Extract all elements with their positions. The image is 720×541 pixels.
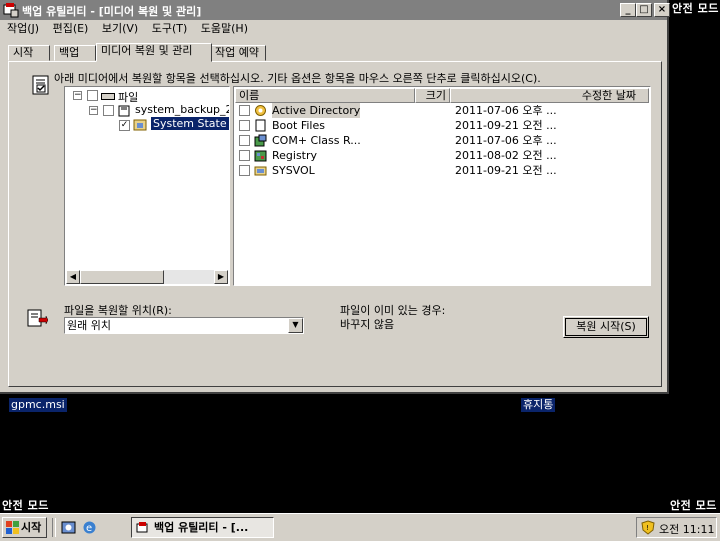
- item-date: 2011-08-02 오전 ...: [455, 149, 557, 162]
- column-header-size[interactable]: 크기: [415, 88, 450, 103]
- safe-mode-label-top-right: 안전 모드: [672, 2, 719, 15]
- taskbar-item-label: 백업 유틸리티 - [...: [154, 521, 249, 534]
- menu-help[interactable]: 도움말(H): [196, 21, 253, 37]
- item-checkbox[interactable]: [239, 120, 250, 131]
- list-item[interactable]: Registry 2011-08-02 오전 ...: [235, 148, 649, 163]
- list-item[interactable]: SYSVOL 2011-09-21 오전 ...: [235, 163, 649, 178]
- component-icon: [254, 134, 267, 147]
- restore-location-value: 원래 위치: [67, 319, 111, 332]
- instruction-text: 아래 미디어에서 복원할 항목을 선택하십시오. 기타 옵션은 항목을 마우스 …: [54, 72, 541, 85]
- start-restore-button[interactable]: 복원 시작(S): [563, 316, 649, 338]
- system-tray: ! 오전 11:11: [636, 517, 717, 538]
- system-state-icon: [133, 119, 147, 131]
- media-tree-view[interactable]: − 파일 − system_backup_2 ✓ System State ◀ …: [64, 86, 230, 286]
- tree-collapse-icon-2[interactable]: −: [89, 106, 98, 115]
- item-date: 2011-09-21 오전 ...: [455, 119, 557, 132]
- menu-bar: 작업(J) 편집(E) 보기(V) 도구(T) 도움말(H): [2, 21, 253, 37]
- item-name: SYSVOL: [272, 164, 315, 177]
- backup-utility-window: 백업 유틸리티 - [미디어 복원 및 관리] _ □ × 작업(J) 편집(E…: [0, 0, 670, 394]
- folder-icon: [254, 166, 267, 176]
- restore-location-select[interactable]: 원래 위치 ▼: [64, 317, 304, 334]
- scroll-right-icon[interactable]: ▶: [214, 270, 228, 284]
- item-date: 2011-07-06 오후 ...: [455, 104, 557, 117]
- tree-checkbox-system-state[interactable]: ✓: [119, 120, 130, 131]
- security-shield-icon[interactable]: !: [641, 520, 655, 535]
- restore-select-icon: [32, 75, 49, 95]
- tree-collapse-icon[interactable]: −: [73, 91, 82, 100]
- item-date: 2011-07-06 오후 ...: [455, 134, 557, 147]
- item-checkbox[interactable]: [239, 135, 250, 146]
- windows-logo-icon: [6, 521, 19, 534]
- file-media-icon: [101, 93, 115, 100]
- menu-tools[interactable]: 도구(T): [147, 21, 193, 37]
- backup-app-icon: [136, 522, 148, 533]
- column-header-modified[interactable]: 수정한 날짜: [450, 88, 649, 103]
- file-icon: [255, 119, 266, 132]
- item-name: Boot Files: [272, 119, 325, 132]
- item-checkbox[interactable]: [239, 150, 250, 161]
- start-label: 시작: [21, 521, 42, 534]
- tree-item-system-backup[interactable]: system_backup_2: [135, 103, 229, 116]
- tab-restore-manage[interactable]: 미디어 복원 및 관리: [96, 43, 212, 62]
- svg-text:!: !: [646, 524, 649, 532]
- backup-app-icon: [3, 3, 19, 18]
- desktop-icon-gpmc[interactable]: gpmc.msi: [9, 398, 67, 412]
- taskbar-divider: [52, 518, 56, 537]
- taskbar: 시작 e 백업 유틸리티 - [... ! 오전 11:11: [0, 513, 720, 541]
- minimize-button[interactable]: _: [620, 3, 636, 17]
- chevron-down-icon[interactable]: ▼: [288, 318, 303, 333]
- backup-media-icon: [118, 105, 130, 117]
- active-directory-icon: [255, 105, 266, 116]
- tree-checkbox-backup[interactable]: [103, 105, 114, 116]
- close-button[interactable]: ×: [654, 3, 670, 17]
- menu-view[interactable]: 보기(V): [97, 21, 143, 37]
- safe-mode-label-bottom-right: 안전 모드: [670, 499, 717, 512]
- item-checkbox[interactable]: [239, 165, 250, 176]
- clock[interactable]: 오전 11:11: [659, 521, 714, 537]
- list-item[interactable]: Active Directory 2011-07-06 오후 ...: [235, 103, 649, 118]
- item-name: COM+ Class R...: [272, 134, 361, 147]
- taskbar-item-backup[interactable]: 백업 유틸리티 - [...: [131, 517, 274, 538]
- scroll-left-icon[interactable]: ◀: [66, 270, 80, 284]
- title-bar[interactable]: 백업 유틸리티 - [미디어 복원 및 관리] _ □ ×: [0, 0, 670, 20]
- file-exists-value: 바꾸지 않음: [340, 318, 395, 331]
- restore-location-icon: [27, 309, 48, 327]
- item-checkbox[interactable]: [239, 105, 250, 116]
- column-header-name[interactable]: 이름: [235, 88, 415, 103]
- safe-mode-label-bottom-left: 안전 모드: [2, 499, 49, 512]
- list-item[interactable]: COM+ Class R... 2011-07-06 오후 ...: [235, 133, 649, 148]
- item-date: 2011-09-21 오전 ...: [455, 164, 557, 177]
- start-button[interactable]: 시작: [2, 517, 47, 538]
- tab-start[interactable]: 시작: [8, 45, 50, 61]
- tree-horizontal-scrollbar[interactable]: ◀ ▶: [66, 270, 228, 284]
- show-desktop-icon[interactable]: [61, 520, 76, 535]
- window-title: 백업 유틸리티 - [미디어 복원 및 관리]: [22, 5, 202, 18]
- restore-location-label: 파일을 복원할 위치(R):: [64, 304, 172, 317]
- list-item[interactable]: Boot Files 2011-09-21 오전 ...: [235, 118, 649, 133]
- registry-icon: [254, 150, 267, 162]
- items-list-view[interactable]: 이름 크기 수정한 날짜 Active Directory 2011-07-06…: [233, 86, 651, 286]
- menu-job[interactable]: 작업(J): [2, 21, 44, 37]
- maximize-button[interactable]: □: [636, 3, 652, 17]
- scroll-thumb[interactable]: [80, 270, 164, 284]
- item-name: Active Directory: [272, 103, 361, 118]
- menu-edit[interactable]: 편집(E): [48, 21, 94, 37]
- internet-explorer-icon[interactable]: e: [82, 520, 97, 535]
- tab-backup[interactable]: 백업: [54, 45, 96, 61]
- desktop-icon-recycle-bin[interactable]: 휴지통: [521, 398, 556, 412]
- tree-item-system-state[interactable]: System State: [151, 117, 229, 130]
- item-name: Registry: [272, 149, 318, 162]
- svg-text:e: e: [86, 523, 92, 534]
- tree-checkbox-file[interactable]: [87, 90, 98, 101]
- tab-schedule[interactable]: 작업 예약: [210, 45, 266, 61]
